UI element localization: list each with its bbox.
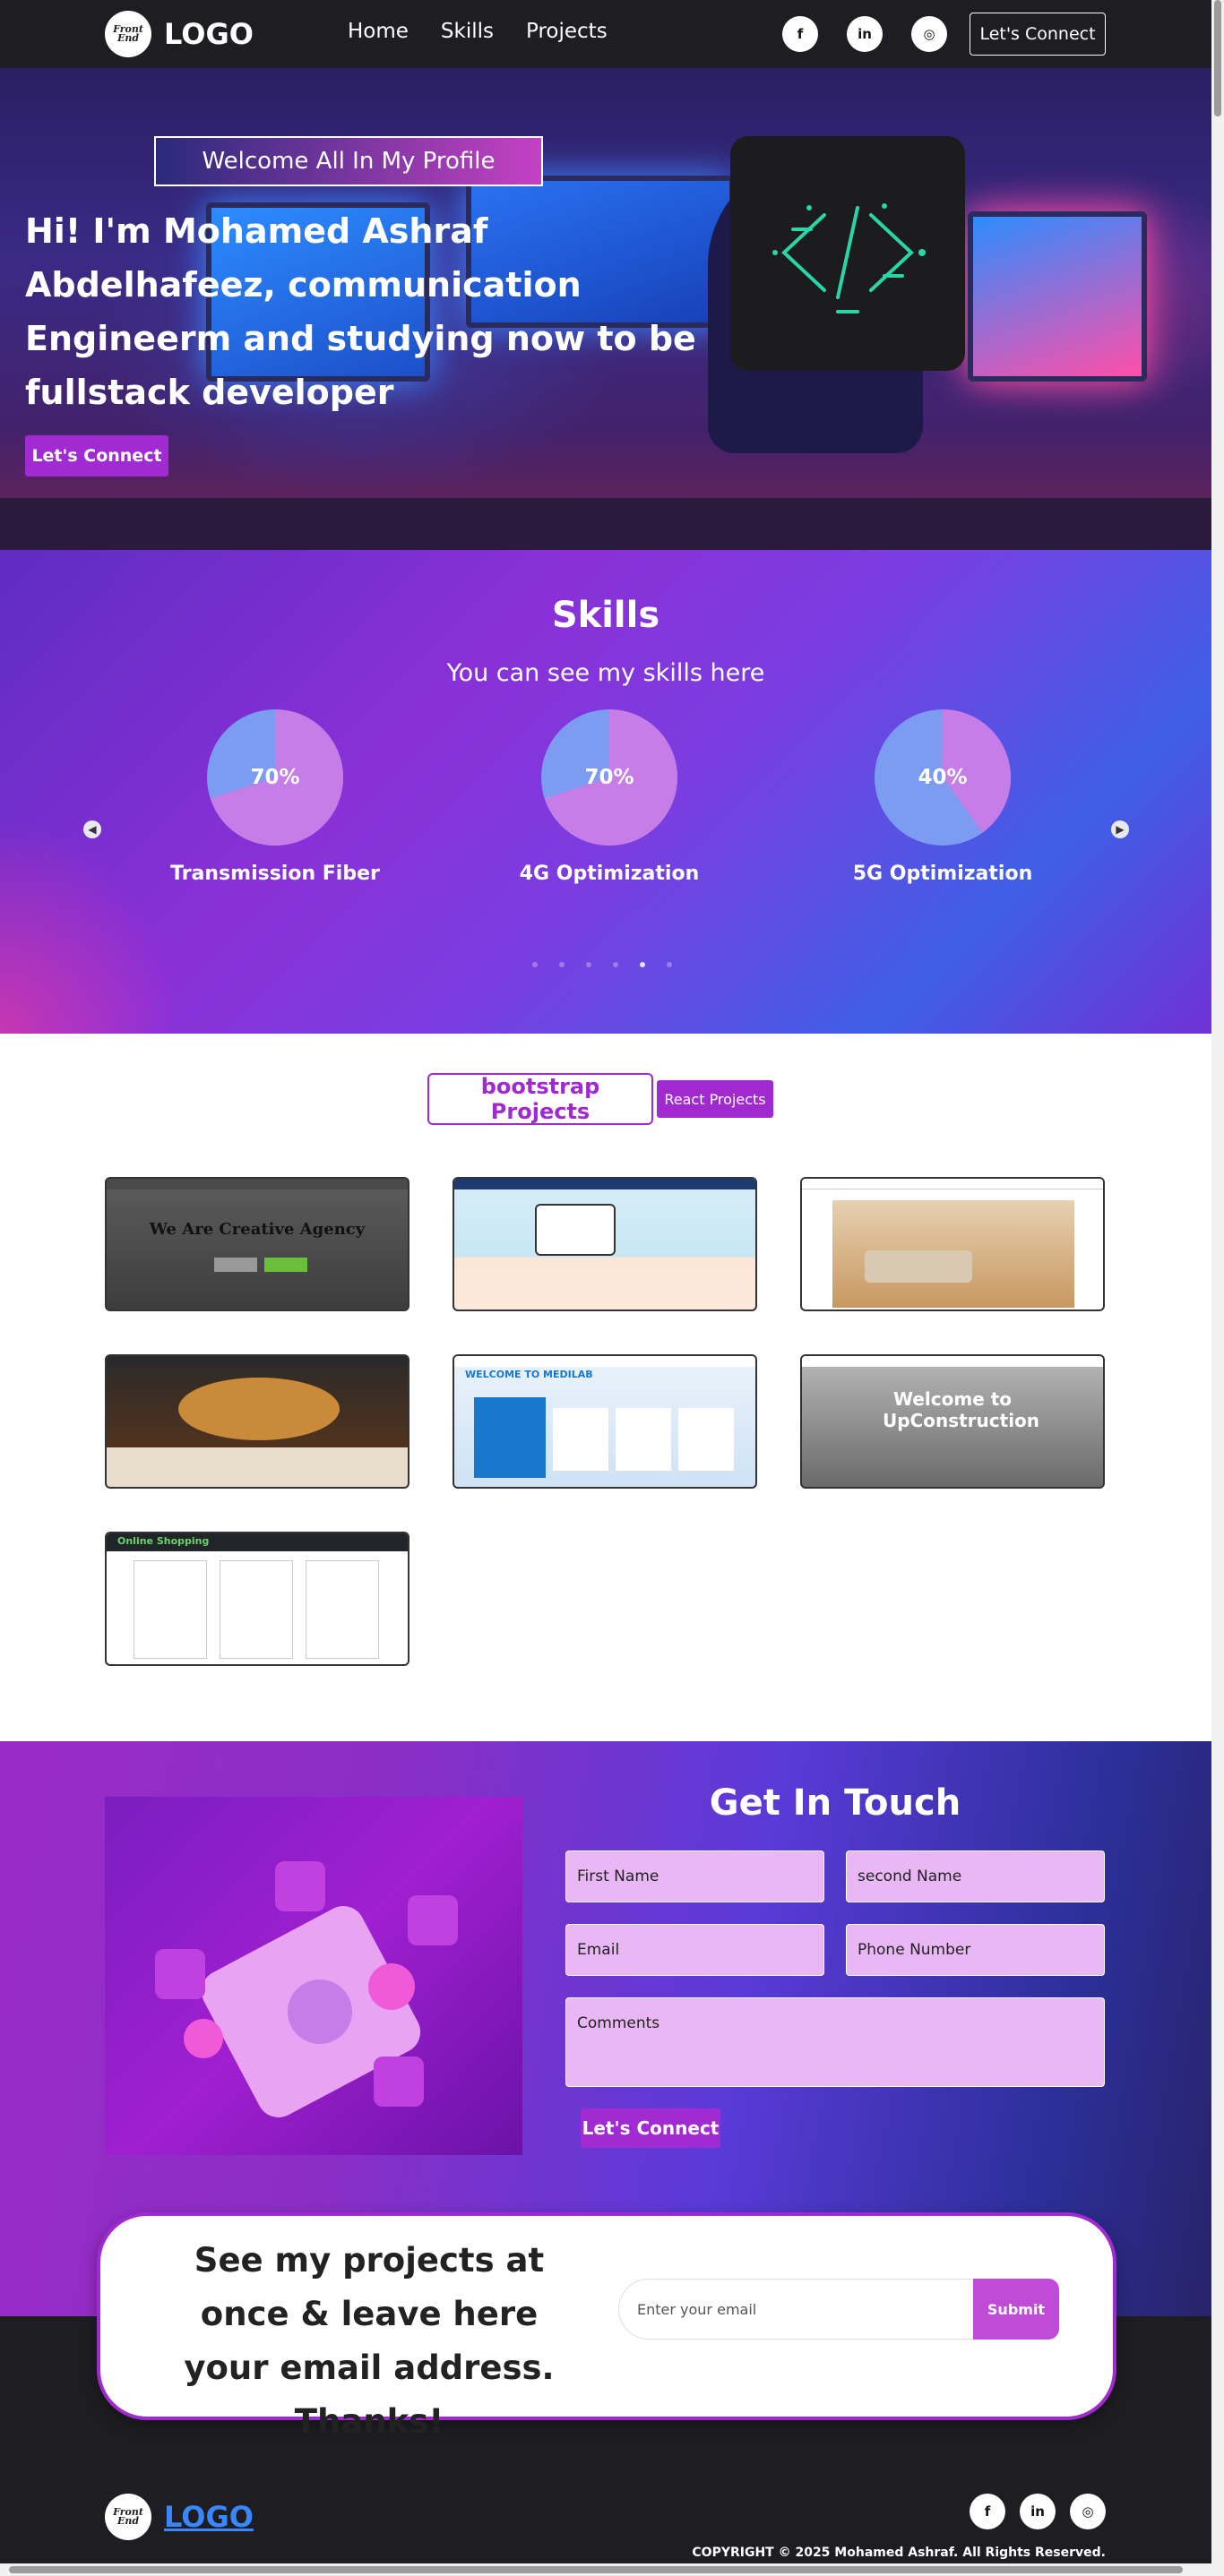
hero-monitor-right xyxy=(968,211,1147,382)
newsletter-box: See my projects at once & leave here you… xyxy=(97,2212,1116,2441)
comments-field[interactable] xyxy=(565,1997,1105,2087)
card-panel xyxy=(474,1397,546,1478)
skills-section: Skills You can see my skills here ◀ ▶ 70… xyxy=(0,550,1211,1034)
linkedin-icon[interactable]: in xyxy=(847,16,883,52)
scrollbar-thumb[interactable] xyxy=(1214,0,1221,116)
nav-link-projects[interactable]: Projects xyxy=(526,20,608,43)
project-card-medilab[interactable]: WELCOME TO MEDILAB xyxy=(453,1354,757,1489)
facebook-icon[interactable]: f xyxy=(970,2494,1005,2529)
carousel-dot[interactable] xyxy=(613,962,618,967)
card-navbar xyxy=(802,1179,1103,1189)
instagram-icon[interactable]: ◎ xyxy=(911,16,947,52)
linkedin-icon[interactable]: in xyxy=(1020,2494,1056,2529)
project-card-creative-agency[interactable]: We Are Creative Agency xyxy=(105,1177,409,1311)
carousel-dot[interactable] xyxy=(667,962,672,967)
instagram-icon[interactable]: ◎ xyxy=(1070,2494,1106,2529)
newsletter-submit-button[interactable]: Submit xyxy=(973,2279,1059,2340)
skill-percent: 70% xyxy=(584,766,634,789)
card-product xyxy=(306,1560,379,1659)
footer-brand[interactable]: Front End LOGO xyxy=(105,2494,254,2540)
card-devices-image xyxy=(535,1204,616,1256)
first-name-field[interactable] xyxy=(565,1850,824,1902)
tab-bootstrap-projects[interactable]: bootstrap Projects xyxy=(427,1073,653,1125)
project-card-clothes-shop[interactable] xyxy=(453,1177,757,1311)
card-navbar xyxy=(454,1356,755,1367)
nav-social-links: f in ◎ xyxy=(782,16,947,52)
carousel-dot[interactable] xyxy=(559,962,565,967)
contact-submit-button[interactable]: Let's Connect xyxy=(581,2108,720,2148)
card-button xyxy=(214,1258,257,1272)
nav-link-home[interactable]: Home xyxy=(348,20,409,43)
skill-name: 5G Optimization xyxy=(852,863,1033,885)
footer-brand-text[interactable]: LOGO xyxy=(164,2500,254,2534)
contact-illustration xyxy=(105,1797,522,2155)
skill-percent: 70% xyxy=(250,766,300,789)
nav-link-skills[interactable]: Skills xyxy=(441,20,494,43)
horizontal-scrollbar[interactable] xyxy=(0,2563,1211,2576)
newsletter-text: See my projects at once & leave here you… xyxy=(184,2241,555,2441)
carousel-next-icon[interactable]: ▶ xyxy=(1111,820,1129,838)
hero-tagline: Welcome All In My Profile xyxy=(154,136,543,186)
card-navbar xyxy=(454,1179,755,1189)
skills-title: Skills xyxy=(551,595,660,636)
phone-field[interactable] xyxy=(846,1924,1105,1976)
second-name-field[interactable] xyxy=(846,1850,1105,1902)
project-caption: WELCOME TO MEDILAB xyxy=(465,1369,593,1380)
card-navbar xyxy=(107,1179,408,1189)
carousel-dots xyxy=(532,962,672,967)
carousel-dot[interactable] xyxy=(586,962,591,967)
carousel-dot[interactable] xyxy=(532,962,538,967)
footer-social-links: f in ◎ xyxy=(970,2494,1106,2529)
facebook-icon[interactable]: f xyxy=(782,16,818,52)
brand[interactable]: Front End LOGO xyxy=(105,11,254,57)
contact-title: Get In Touch xyxy=(709,1782,961,1824)
projects-section: bootstrap Projects React Projects We Are… xyxy=(0,1034,1211,1741)
skill-item: 70% Transmission Fiber xyxy=(159,709,392,887)
vertical-scrollbar[interactable] xyxy=(1211,0,1224,2576)
project-card-pizza-restaurant[interactable] xyxy=(105,1354,409,1489)
card-navbar xyxy=(802,1356,1103,1367)
project-card-furniture-store[interactable] xyxy=(800,1177,1105,1311)
project-card-upconstruction[interactable]: Welcome to UpConstruction xyxy=(800,1354,1105,1489)
card-button xyxy=(264,1258,307,1272)
code-icon xyxy=(730,136,965,371)
navbar: Front End LOGO Home Skills Projects f in… xyxy=(0,0,1211,68)
email-field[interactable] xyxy=(565,1924,824,1976)
project-card-online-shopping[interactable]: Online Shopping xyxy=(105,1532,409,1666)
scrollbar-thumb[interactable] xyxy=(9,2566,1183,2573)
card-product xyxy=(220,1560,293,1659)
project-caption: We Are Creative Agency xyxy=(149,1220,366,1239)
hero-connect-button[interactable]: Let's Connect xyxy=(25,435,168,477)
skill-name: 4G Optimization xyxy=(519,863,700,885)
tab-react-projects[interactable]: React Projects xyxy=(657,1080,773,1118)
carousel-prev-icon[interactable]: ◀ xyxy=(83,820,101,838)
brand-logo: Front End xyxy=(105,11,151,57)
skill-percent: 40% xyxy=(918,766,968,789)
nav-connect-button[interactable]: Let's Connect xyxy=(970,13,1106,56)
skill-item: 70% 4G Optimization xyxy=(493,709,726,887)
card-sofa xyxy=(865,1250,972,1283)
project-caption: Welcome to UpConstruction xyxy=(883,1388,1040,1431)
newsletter-email-input[interactable] xyxy=(618,2279,977,2340)
copyright-text: COPYRIGHT © 2025 Mohamed Ashraf. All Rig… xyxy=(692,2546,1106,2560)
brand-text: LOGO xyxy=(164,17,254,51)
hero-desk xyxy=(0,498,1211,550)
card-product xyxy=(134,1560,207,1659)
skill-name: Transmission Fiber xyxy=(170,863,380,885)
skill-item: 40% 5G Optimization xyxy=(826,709,1059,887)
hero-title: Hi! I'm Mohamed Ashraf Abdelhafeez, comm… xyxy=(25,211,696,412)
card-panel xyxy=(616,1408,671,1471)
card-pizza-image xyxy=(178,1378,340,1440)
skills-subtitle: You can see my skills here xyxy=(446,659,765,687)
card-panel xyxy=(553,1408,608,1471)
nav-links: Home Skills Projects xyxy=(348,20,608,43)
card-navbar xyxy=(107,1356,408,1367)
footer-brand-logo: Front End xyxy=(105,2494,151,2540)
project-caption: Online Shopping xyxy=(117,1535,210,1547)
carousel-dot[interactable] xyxy=(640,962,645,967)
card-panel xyxy=(678,1408,734,1471)
